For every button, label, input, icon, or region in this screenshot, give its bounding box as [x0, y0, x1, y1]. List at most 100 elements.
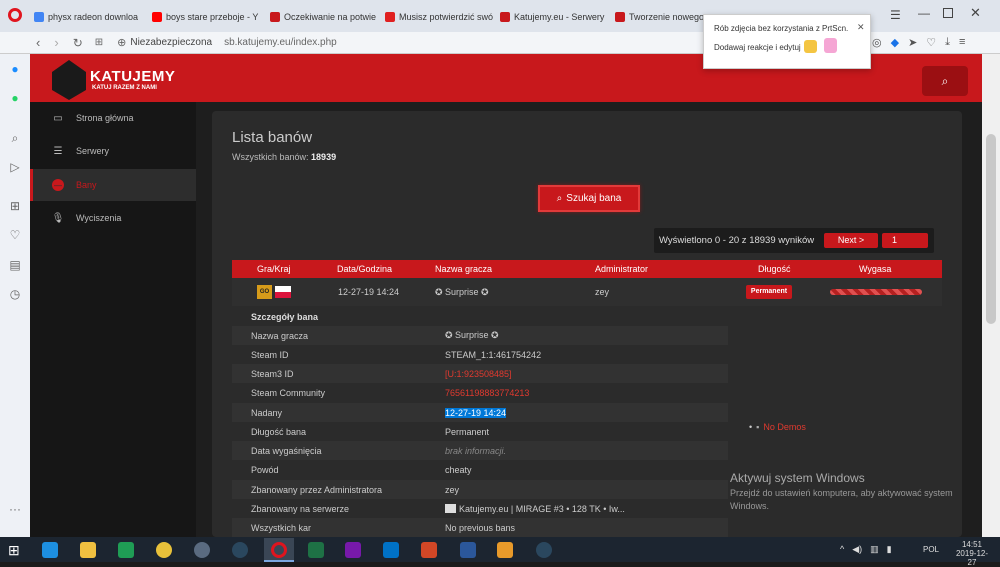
column-header[interactable]: Nazwa gracza	[435, 264, 492, 274]
browser-tab[interactable]: Tworzenie nowego te	[615, 8, 705, 26]
search-button[interactable]: ⌕	[922, 66, 968, 96]
pagination-text: Wyświetlono 0 - 20 z 18939 wyników	[659, 235, 815, 246]
word-icon[interactable]	[460, 542, 476, 558]
sticker-icon	[824, 38, 837, 53]
camera-icon[interactable]: ◎	[872, 36, 882, 49]
onenote-icon[interactable]	[345, 542, 361, 558]
detail-row: Długość bana Permanent	[232, 422, 728, 441]
browser-tab[interactable]: Katujemy.eu - Serwery✕	[500, 8, 610, 26]
outlook-icon[interactable]	[383, 542, 399, 558]
back-icon[interactable]: ‹	[36, 35, 40, 50]
store-icon[interactable]	[118, 542, 134, 558]
minimize-button[interactable]: —	[918, 6, 930, 20]
ie-icon[interactable]	[42, 542, 58, 558]
tab-menu-icon[interactable]: ☰	[890, 8, 901, 22]
next-button[interactable]: Next >	[824, 233, 878, 248]
logo-icon[interactable]	[52, 60, 86, 100]
opera-logo-icon[interactable]	[8, 8, 22, 22]
windows-start-icon[interactable]: ⊞	[8, 542, 20, 559]
folder-icon[interactable]	[80, 542, 96, 558]
demos-link[interactable]: No Demos	[763, 422, 806, 432]
volume-icon[interactable]: ◀)	[852, 544, 862, 555]
demo-icon: ▪	[756, 422, 760, 432]
popup-text: Dodawaj reakcje i edytuj	[714, 43, 801, 52]
search-icon: ⌕	[556, 193, 563, 204]
search-ban-button[interactable]: ⌕ Szukaj bana	[538, 185, 640, 212]
menu-icon[interactable]: ≡	[959, 36, 965, 49]
browser-tab[interactable]: physx radeon downloa✕	[34, 8, 144, 26]
language-indicator[interactable]: POL	[923, 545, 939, 554]
send-icon[interactable]: ▷	[8, 160, 22, 174]
system-tray: ^ ◀) ▥ ▮	[840, 544, 892, 555]
player-name[interactable]: ✪ Surprise ✪	[435, 287, 489, 298]
heart-icon[interactable]: ♡	[8, 228, 22, 242]
steam-community-link[interactable]: 76561198883774213	[445, 388, 529, 398]
column-header[interactable]: Wygasa	[859, 264, 891, 274]
column-header[interactable]: Administrator	[595, 264, 648, 274]
detail-row: Nadany 12-27-19 14:24	[232, 403, 728, 422]
send-icon[interactable]: ➤	[908, 36, 917, 49]
youtube-icon	[152, 12, 162, 22]
steam3-link[interactable]: [U:1:923508485]	[445, 369, 512, 379]
site-sidebar: ▭ Strona główna ☰ Serwery — Bany 🎙︎ Wyciszen…	[30, 102, 196, 537]
headset-icon[interactable]	[194, 542, 210, 558]
close-icon[interactable]: ✕	[857, 22, 865, 33]
steam-icon[interactable]	[536, 542, 552, 558]
column-header[interactable]: Długość	[758, 264, 791, 274]
browser-tab[interactable]: Musisz potwierdzić swó✕	[385, 8, 495, 26]
tabs-grid-icon[interactable]: ⊞	[95, 37, 103, 48]
detail-row: Steam3 ID [U:1:923508485]	[232, 364, 728, 383]
forward-icon[interactable]: ›	[54, 35, 58, 50]
reload-icon[interactable]: ↻	[73, 36, 83, 50]
security-label[interactable]: Niezabezpieczona	[130, 37, 212, 48]
sidebar-item-mutes[interactable]: 🎙︎ Wyciszenia	[30, 202, 196, 234]
sidebar-item-bans[interactable]: — Bany	[30, 169, 196, 201]
page-select[interactable]: 1	[882, 233, 928, 248]
activation-title: Aktywuj system Windows	[730, 471, 865, 485]
table-row[interactable]: GO 12-27-19 14:24 ✪ Surprise ✪ zey Perma…	[232, 278, 942, 306]
sidebar-item-servers[interactable]: ☰ Serwery	[30, 135, 196, 167]
column-header[interactable]: Data/Godzina	[337, 264, 392, 274]
apps-icon[interactable]: ⊞	[8, 199, 22, 213]
popup-text: Rób zdjęcia bez korzystania z PrtScn.	[714, 24, 849, 33]
powerpoint-icon[interactable]	[421, 542, 437, 558]
whatsapp-icon[interactable]: ●	[8, 91, 22, 105]
sidebar-item-home[interactable]: ▭ Strona główna	[30, 102, 196, 134]
steam-icon[interactable]	[232, 542, 248, 558]
opera-icon[interactable]	[271, 542, 287, 558]
battery-icon[interactable]: ▮	[887, 544, 892, 555]
selected-text: 12-27-19 14:24	[445, 407, 507, 418]
shield-icon[interactable]: ◆	[891, 36, 899, 49]
search-icon: ⌕	[941, 73, 949, 88]
history-icon[interactable]: ◷	[8, 287, 22, 301]
logo-text[interactable]: KATUJEMY	[90, 68, 175, 85]
scrollbar[interactable]	[982, 54, 1000, 537]
scrollbar-thumb[interactable]	[986, 134, 996, 324]
browser-tab[interactable]: boys stare przeboje - Y✕	[152, 8, 262, 26]
column-header[interactable]: Gra/Kraj	[257, 264, 291, 274]
google-icon	[34, 12, 44, 22]
excel-icon[interactable]	[308, 542, 324, 558]
ban-date: 12-27-19 14:24	[338, 287, 400, 297]
chevron-up-icon[interactable]: ^	[840, 544, 844, 555]
heart-icon[interactable]: ♡	[926, 36, 936, 49]
demos-item: • ▪ No Demos	[749, 422, 806, 432]
messenger-icon[interactable]: ●	[8, 62, 22, 76]
download-icon[interactable]: ⤓	[945, 36, 950, 49]
browser-tab[interactable]: Oczekiwanie na potwie✕	[270, 8, 380, 26]
search-icon[interactable]: ⌕	[8, 131, 22, 145]
chrome-icon[interactable]	[156, 542, 172, 558]
close-window-button[interactable]: ✕	[970, 5, 981, 21]
mute-icon: 🎙︎	[51, 212, 65, 224]
network-icon[interactable]: ▥	[870, 544, 879, 555]
detail-row: Zbanowany na serwerze Katujemy.eu | MIRAG…	[232, 499, 728, 518]
maximize-button[interactable]	[943, 8, 953, 18]
url-field[interactable]: sb.katujemy.eu/index.php	[224, 37, 337, 48]
mail-icon	[385, 12, 395, 22]
site-favicon-icon	[615, 12, 625, 22]
clock[interactable]: 14:51 2019-12-27	[955, 540, 989, 567]
csgo-taskbar-icon[interactable]	[497, 542, 513, 558]
poland-flag-icon	[275, 286, 291, 298]
more-icon[interactable]: ···	[8, 502, 22, 516]
news-icon[interactable]: ▤	[8, 258, 22, 272]
